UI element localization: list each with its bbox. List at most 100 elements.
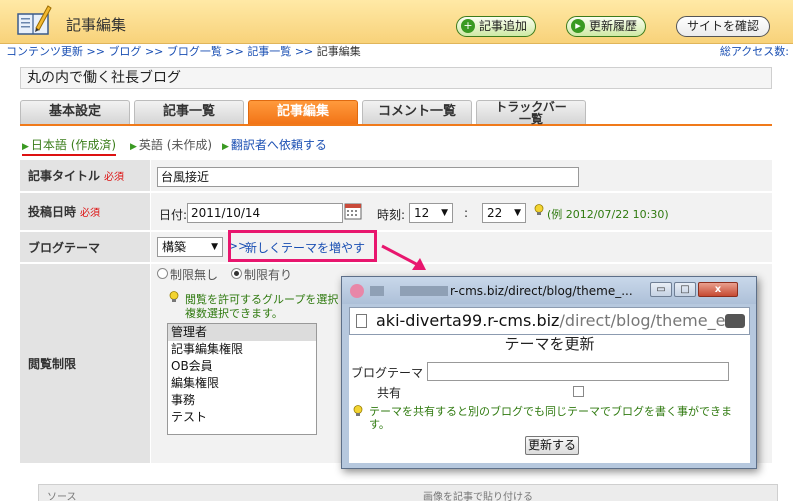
date-example-hint: (例 2012/07/22 10:30) xyxy=(547,208,669,221)
chevron-down-icon: ▼ xyxy=(211,242,218,252)
required-badge: 必須 xyxy=(104,172,125,183)
request-translator-link[interactable]: ▶ 翻訳者へ依頼する xyxy=(222,136,327,153)
tab-trackback-label-2: 一覧 xyxy=(518,112,543,126)
breadcrumb-current: 記事編集 xyxy=(316,45,361,58)
popup-share-label: 共有 xyxy=(377,386,402,400)
popup-address-bar[interactable]: aki-diverta99.r-cms.biz/direct/blog/them… xyxy=(349,307,750,335)
document-icon xyxy=(356,314,367,328)
access-label: 閲覧制限 xyxy=(20,264,150,463)
radio-limited[interactable] xyxy=(231,268,242,279)
paste-image-button[interactable]: 画像を記事で貼り付ける xyxy=(423,488,533,501)
lightbulb-icon xyxy=(534,204,544,215)
tab-comment-list[interactable]: コメント一覧 xyxy=(362,100,472,124)
chevron-down-icon: ▼ xyxy=(441,208,448,218)
popup-theme-label: ブログテーマ xyxy=(351,366,424,380)
list-item[interactable]: 事務 xyxy=(168,392,316,409)
lang-japanese-label: 日本語 (作成済) xyxy=(30,138,117,152)
minute-select[interactable]: 22 ▼ xyxy=(482,203,526,223)
tab-trackback-list[interactable]: トラックバー 一覧 xyxy=(476,100,586,126)
favicon-icon xyxy=(350,284,364,298)
blog-name: 丸の内で働く社長ブログ xyxy=(20,67,772,89)
calendar-icon[interactable] xyxy=(344,202,362,220)
theme-label: ブログテーマ xyxy=(20,232,150,262)
view-site-button[interactable]: サイトを確認 xyxy=(676,16,771,37)
edit-book-icon xyxy=(17,5,52,35)
list-item[interactable]: テスト xyxy=(168,409,316,426)
lightbulb-icon xyxy=(169,291,179,302)
speech-bubble-icon xyxy=(725,314,745,328)
required-badge: 必須 xyxy=(80,208,101,219)
source-button[interactable]: ソース xyxy=(47,488,77,501)
close-button[interactable]: x xyxy=(698,282,738,297)
theme-update-popup: r-cms.biz/direct/blog/theme_... ▭ □ x ak… xyxy=(341,276,757,469)
theme-select[interactable]: 構築 ▼ xyxy=(157,237,223,257)
access-count-label: 総アクセス数: xyxy=(719,45,789,58)
breadcrumb-link-blog-list[interactable]: ブログ一覧 xyxy=(167,45,222,58)
list-item[interactable]: 管理者 xyxy=(168,324,316,341)
radio-limited-label: 制限有り xyxy=(244,268,293,282)
tab-article-list[interactable]: 記事一覧 xyxy=(134,100,244,124)
arrow-annotation-icon xyxy=(381,244,426,270)
tab-basic-settings[interactable]: 基本設定 xyxy=(20,100,130,124)
radio-no-limit-label: 制限無し xyxy=(170,268,219,282)
list-item[interactable]: OB会員 xyxy=(168,358,316,375)
page-title: 記事編集 xyxy=(66,16,127,34)
url-path: /direct/blog/theme_e xyxy=(559,311,726,330)
chevron-down-icon: ▼ xyxy=(514,208,521,218)
breadcrumb: コンテンツ更新 >> ブログ >> ブログ一覧 >> 記事一覧 >> 記事編集 xyxy=(6,43,361,59)
arrow-right-icon: ▸ xyxy=(571,19,585,33)
blurred-text xyxy=(400,286,448,296)
triangle-right-icon: ▶ xyxy=(130,142,137,152)
popup-titlebar[interactable]: r-cms.biz/direct/blog/theme_... ▭ □ x xyxy=(342,277,756,304)
theme-value: 構築 xyxy=(162,240,187,254)
radio-no-limit[interactable] xyxy=(157,268,168,279)
access-hint-2: 複数選択できます。 xyxy=(185,307,283,320)
theme-label-text: ブログテーマ xyxy=(28,240,101,255)
breadcrumb-link-article-list[interactable]: 記事一覧 xyxy=(247,45,291,58)
lang-english-link[interactable]: ▶ 英語 (未作成) xyxy=(130,136,212,153)
maximize-button[interactable]: □ xyxy=(674,282,696,297)
date-input[interactable]: 2011/10/14 xyxy=(187,203,343,223)
access-label-text: 閲覧制限 xyxy=(28,357,77,371)
add-article-button[interactable]: + 記事追加 xyxy=(456,16,537,37)
title-label: 記事タイトル 必須 xyxy=(20,160,150,191)
triangle-right-icon: ▶ xyxy=(22,142,29,152)
minimize-button[interactable]: ▭ xyxy=(650,282,672,297)
time-label: 時刻: xyxy=(377,208,406,222)
plus-icon: + xyxy=(461,19,475,33)
breadcrumb-link-contents[interactable]: コンテンツ更新 xyxy=(6,45,83,58)
title-input[interactable]: 台風接近 xyxy=(157,167,579,187)
breadcrumb-separator: >> xyxy=(294,45,314,58)
update-history-button[interactable]: ▸ 更新履歴 xyxy=(566,16,647,37)
hour-select[interactable]: 12 ▼ xyxy=(409,203,453,223)
breadcrumb-separator: >> xyxy=(225,45,244,58)
hour-value: 12 xyxy=(414,206,430,220)
popup-title: r-cms.biz/direct/blog/theme_... xyxy=(450,284,633,298)
group-listbox[interactable]: 管理者 記事編集権限 OB会員 編集権限 事務 テスト xyxy=(167,323,317,435)
title-row: 記事タイトル 必須 台風接近 xyxy=(20,160,772,192)
add-article-label: 記事追加 xyxy=(479,19,528,33)
title-cell: 台風接近 xyxy=(151,160,772,191)
posted-label: 投稿日時 必須 xyxy=(20,193,150,230)
breadcrumb-link-blog[interactable]: ブログ xyxy=(108,45,141,58)
editor-toolbar: ソース 画像を記事で貼り付ける xyxy=(38,484,778,501)
list-item[interactable]: 編集権限 xyxy=(168,375,316,392)
time-colon: : xyxy=(464,206,469,220)
update-history-label: 更新履歴 xyxy=(589,19,638,33)
view-site-label: サイトを確認 xyxy=(687,19,760,33)
update-button[interactable]: 更新する xyxy=(525,436,579,455)
list-item[interactable]: 記事編集権限 xyxy=(168,341,316,358)
blurred-text xyxy=(370,286,384,296)
breadcrumb-separator: >> xyxy=(86,45,105,58)
tab-article-edit[interactable]: 記事編集 xyxy=(248,100,358,124)
popup-body: テーマを更新 ブログテーマ 共有 テーマを共有すると別のブログでも同じテーマでブ… xyxy=(349,335,750,463)
popup-heading: テーマを更新 xyxy=(504,335,595,353)
date-label: 日付: xyxy=(159,208,188,222)
title-label-text: 記事タイトル xyxy=(28,169,101,183)
lang-japanese-link[interactable]: ▶ 日本語 (作成済) xyxy=(22,136,117,156)
popup-url: aki-diverta99.r-cms.biz/direct/blog/them… xyxy=(376,311,725,330)
share-checkbox[interactable] xyxy=(573,386,584,397)
popup-theme-input[interactable] xyxy=(427,362,729,381)
lightbulb-icon xyxy=(353,405,363,416)
lang-english-label: 英語 (未作成) xyxy=(138,138,213,152)
